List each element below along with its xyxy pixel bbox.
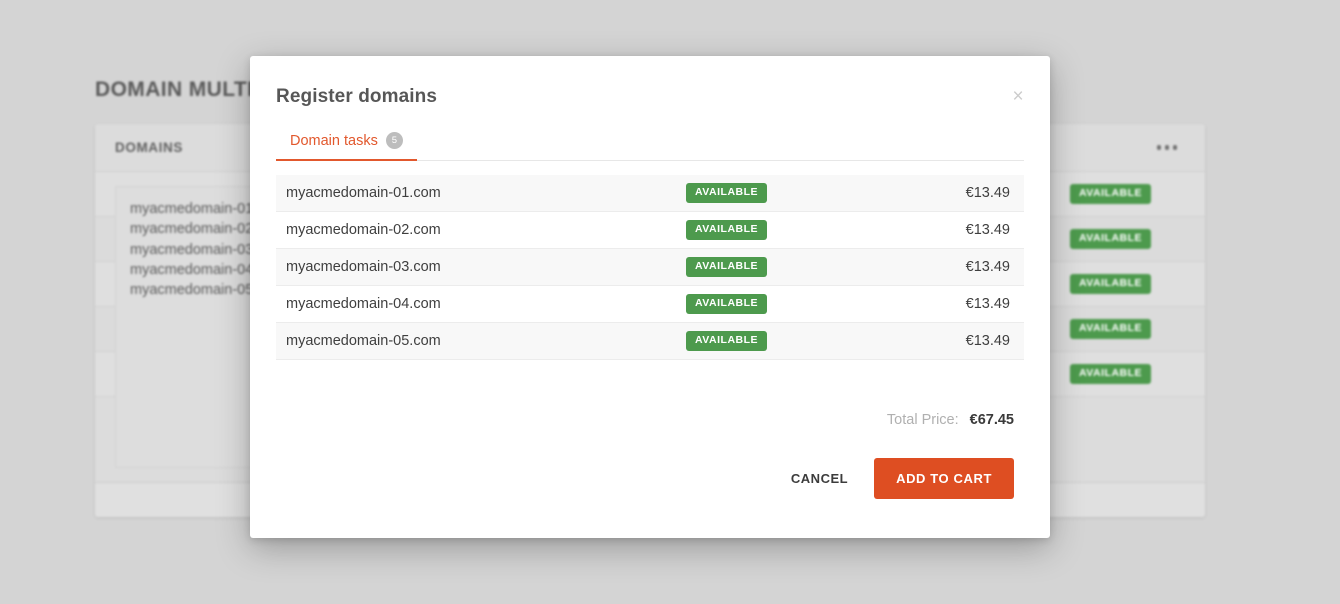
tab-domain-tasks-count: 5 (385, 132, 403, 149)
domain-name: myacmedomain-03.com (286, 259, 441, 275)
price-cell: €13.49 (965, 296, 1010, 312)
tab-domain-tasks-label: Domain tasks (290, 132, 378, 149)
modal-footer: CANCEL ADD TO CART (250, 458, 1050, 499)
status-cell: AVAILABLE (686, 294, 866, 314)
price-cell: €13.49 (965, 333, 1010, 349)
total-price-row: Total Price: €67.45 (250, 412, 1050, 428)
price-cell: €13.49 (965, 259, 1010, 275)
status-cell: AVAILABLE (686, 183, 866, 203)
modal-tabs: Domain tasks 5 (276, 132, 1024, 161)
domain-name: myacmedomain-04.com (286, 296, 441, 312)
table-row[interactable]: myacmedomain-01.com AVAILABLE €13.49 (276, 175, 1024, 212)
close-icon[interactable]: × (1006, 84, 1030, 108)
status-badge: AVAILABLE (1070, 229, 1152, 249)
price-cell: €13.49 (965, 185, 1010, 201)
table-row[interactable]: myacmedomain-03.com AVAILABLE €13.49 (276, 249, 1024, 286)
domain-tasks-table: myacmedomain-01.com AVAILABLE €13.49 mya… (276, 175, 1024, 360)
table-row[interactable]: myacmedomain-04.com AVAILABLE €13.49 (276, 286, 1024, 323)
domain-name: myacmedomain-05.com (286, 333, 441, 349)
status-cell: AVAILABLE (686, 257, 866, 277)
domains-card-title: DOMAINS (115, 140, 183, 155)
domain-name: myacmedomain-01.com (286, 185, 441, 201)
dot-3 (1172, 145, 1177, 150)
cancel-button[interactable]: CANCEL (785, 463, 854, 494)
status-badge: AVAILABLE (686, 220, 768, 240)
status-badge: AVAILABLE (686, 183, 768, 203)
status-badge: AVAILABLE (1070, 274, 1152, 294)
dot-2 (1164, 145, 1169, 150)
status-badge: AVAILABLE (1070, 184, 1152, 204)
status-badge: AVAILABLE (686, 294, 768, 314)
status-badge: AVAILABLE (686, 331, 768, 351)
table-row[interactable]: myacmedomain-02.com AVAILABLE €13.49 (276, 212, 1024, 249)
status-cell: AVAILABLE (686, 331, 866, 351)
domain-name: myacmedomain-02.com (286, 222, 441, 238)
status-cell: AVAILABLE (686, 220, 866, 240)
modal-title: Register domains (276, 86, 438, 107)
register-domains-modal: Register domains × Domain tasks 5 myacme… (250, 56, 1050, 538)
dot-1 (1156, 145, 1161, 150)
total-price-value: €67.45 (969, 412, 1014, 428)
status-badge: AVAILABLE (686, 257, 768, 277)
total-price-label: Total Price: (886, 412, 959, 428)
tab-domain-tasks[interactable]: Domain tasks 5 (276, 132, 417, 161)
status-badge: AVAILABLE (1070, 364, 1152, 384)
status-badge: AVAILABLE (1070, 319, 1152, 339)
add-to-cart-button[interactable]: ADD TO CART (874, 458, 1014, 499)
price-cell: €13.49 (965, 222, 1010, 238)
modal-header: Register domains × (250, 56, 1050, 108)
ellipsis-horizontal-icon[interactable] (1156, 145, 1177, 150)
table-row[interactable]: myacmedomain-05.com AVAILABLE €13.49 (276, 323, 1024, 360)
